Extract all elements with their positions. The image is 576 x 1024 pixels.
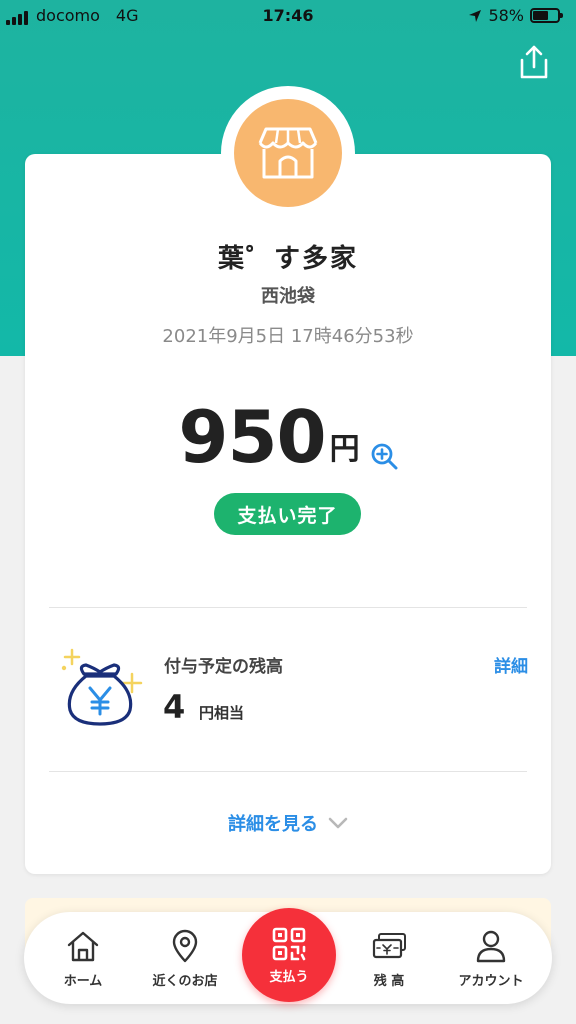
see-details-button[interactable]: 詳細を見る <box>0 810 576 836</box>
nav-label-home: ホーム <box>63 974 103 989</box>
qr-code-icon <box>272 927 306 960</box>
store-branch: 西池袋 <box>261 286 315 307</box>
nav-item-nearby[interactable]: 近くのお店 <box>137 928 233 989</box>
payment-amount: 950 <box>178 395 326 479</box>
divider <box>49 771 527 772</box>
battery-icon <box>530 8 563 23</box>
share-icon[interactable] <box>518 44 550 80</box>
nav-label-pay: 支払う <box>269 969 309 985</box>
see-details-label: 詳細を見る <box>228 814 318 835</box>
nav-label-account: アカウント <box>458 974 524 989</box>
battery-percent: 58% <box>488 6 524 25</box>
points-title: 付与予定の残高 <box>164 657 283 677</box>
store-name: 葉゜す多家 <box>217 244 358 274</box>
payment-status-badge: 支払い完了 <box>214 493 361 535</box>
location-pin-icon <box>172 929 198 963</box>
status-bar: docomo 4G 17:46 58% <box>0 0 576 34</box>
home-icon <box>67 931 99 962</box>
nav-label-balance: 残 高 <box>373 974 405 989</box>
transaction-datetime: 2021年9月5日 17時46分53秒 <box>162 326 414 347</box>
divider <box>49 607 527 608</box>
pay-button[interactable]: 支払う <box>242 908 336 1002</box>
nav-item-balance[interactable]: 残 高 <box>341 928 437 989</box>
points-unit: 円相当 <box>199 704 245 722</box>
location-arrow-icon <box>469 9 482 22</box>
person-icon <box>476 930 506 963</box>
currency-unit: 円 <box>329 432 360 467</box>
money-bag-icon <box>61 648 143 726</box>
amount-row: 950 円 <box>0 398 576 476</box>
points-detail-link[interactable]: 詳細 <box>478 652 528 677</box>
points-value: 4 <box>163 688 186 726</box>
store-icon <box>258 127 318 179</box>
nav-label-nearby: 近くのお店 <box>152 974 218 989</box>
wallet-icon <box>372 933 406 959</box>
store-avatar <box>234 99 342 207</box>
nav-item-home[interactable]: ホーム <box>35 928 131 989</box>
nav-item-account[interactable]: アカウント <box>443 928 539 989</box>
chevron-down-icon <box>328 817 348 829</box>
zoom-in-icon[interactable] <box>370 442 398 470</box>
